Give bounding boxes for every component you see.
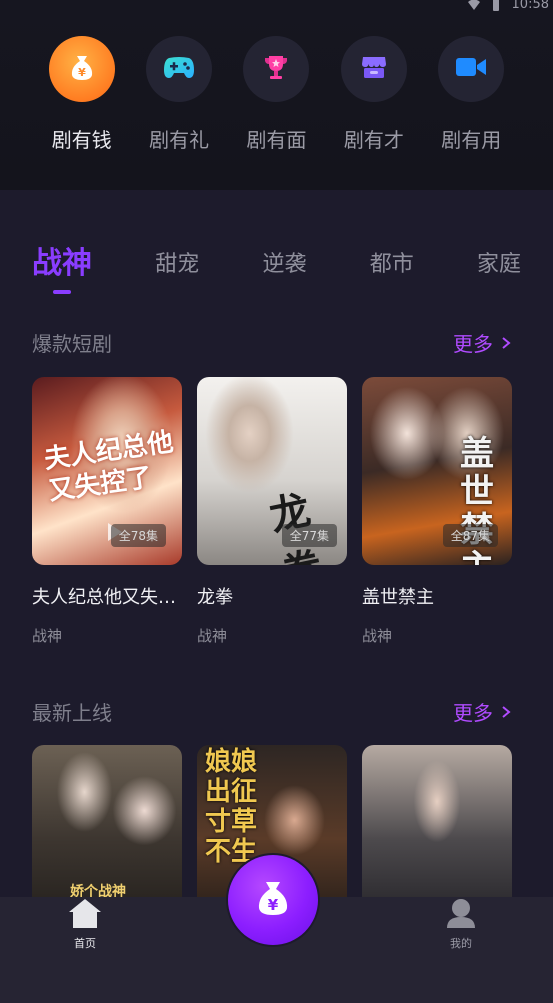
- nav-label: 剧有礼: [149, 128, 210, 152]
- poster-image: 盖世禁主 全87集: [362, 377, 512, 565]
- card-genre: 战神: [32, 627, 63, 645]
- status-time: 10:58: [511, 0, 549, 12]
- nav-circle: ¥: [48, 36, 115, 102]
- tab-dushi[interactable]: 都市: [370, 238, 414, 278]
- poster-title: 娘娘出征 寸草不生: [205, 747, 258, 867]
- shop-icon: [360, 53, 388, 85]
- more-label: 更多: [453, 332, 493, 356]
- nav-circle: [438, 36, 505, 102]
- battery-icon: [490, 0, 502, 11]
- card-title: 龙拳: [197, 587, 233, 608]
- card-title: 盖世禁主: [362, 587, 434, 608]
- drama-card[interactable]: 龙拳 全77集 龙拳 战神: [197, 377, 347, 646]
- card-genre: 战神: [362, 627, 393, 645]
- home-icon: [68, 897, 102, 933]
- tab-home[interactable]: 首页: [55, 897, 115, 951]
- nav-item-use[interactable]: 剧有用: [435, 36, 507, 153]
- tab-label: 逆袭: [262, 252, 307, 277]
- tab-underline: [53, 290, 71, 294]
- chevron-right-icon: [501, 331, 511, 355]
- poster-image: 龙拳 全77集: [197, 377, 347, 565]
- hot-section-header: 爆款短剧 更多: [32, 328, 511, 357]
- tab-label: 我的: [450, 937, 472, 950]
- top-nav: ¥ 剧有钱 剧有礼 剧有面 剧有才 剧有用: [0, 36, 553, 153]
- nav-circle: [340, 36, 407, 102]
- tab-jiating[interactable]: 家庭: [477, 238, 521, 278]
- money-bag-icon: ¥: [252, 877, 294, 923]
- episode-badge: 全78集: [110, 524, 166, 547]
- more-link[interactable]: 更多: [453, 328, 511, 357]
- poster-image: 夫人纪总他又失控了 全78集: [32, 377, 182, 565]
- more-link[interactable]: 更多: [453, 697, 511, 726]
- poster-title: 龙拳: [265, 486, 327, 565]
- trophy-icon: [262, 53, 290, 85]
- chevron-right-icon: [501, 700, 511, 724]
- nav-item-face[interactable]: 剧有面: [240, 36, 312, 153]
- status-bar: 10:58: [0, 0, 553, 14]
- nav-item-talent[interactable]: 剧有才: [338, 36, 410, 153]
- tab-me[interactable]: 我的: [431, 897, 491, 951]
- drama-card[interactable]: 盖世禁主 全87集 盖世禁主 战神: [362, 377, 512, 646]
- wifi-icon: [467, 0, 480, 11]
- video-camera-icon: [455, 55, 487, 83]
- fab-inner: ¥: [228, 855, 318, 945]
- nav-label: 剧有用: [441, 128, 502, 152]
- tab-label: 都市: [369, 252, 414, 277]
- section-title: 最新上线: [32, 701, 112, 725]
- money-bag-icon: ¥: [67, 52, 97, 86]
- episode-badge: 全87集: [442, 524, 498, 547]
- nav-item-money[interactable]: ¥ 剧有钱: [46, 36, 118, 153]
- nav-item-gift[interactable]: 剧有礼: [143, 36, 215, 153]
- card-title: 夫人纪总他又失…: [32, 587, 176, 608]
- new-section-header: 最新上线 更多: [32, 697, 511, 726]
- tab-nixi[interactable]: 逆袭: [262, 238, 306, 278]
- nav-label: 剧有钱: [51, 128, 112, 152]
- card-genre: 战神: [197, 627, 228, 645]
- nav-label: 剧有面: [246, 128, 307, 152]
- svg-text:¥: ¥: [78, 66, 86, 79]
- nav-circle: [146, 36, 213, 102]
- tab-label: 甜宠: [155, 252, 200, 277]
- tab-tianchong[interactable]: 甜宠: [155, 238, 199, 278]
- tab-zhanshen[interactable]: 战神: [32, 238, 92, 294]
- top-header: 10:58 ¥ 剧有钱 剧有礼 剧有面 剧有才 剧有用: [0, 0, 553, 190]
- drama-card[interactable]: 夫人纪总他又失控了 全78集 夫人纪总他又失… 战神: [32, 377, 182, 646]
- hot-row: 夫人纪总他又失控了 全78集 夫人纪总他又失… 战神 龙拳 全77集 龙拳 战神…: [32, 377, 512, 646]
- tab-label: 家庭: [476, 252, 521, 277]
- gamepad-icon: [163, 54, 195, 84]
- tab-label: 首页: [74, 937, 96, 950]
- category-tabs: 战神 甜宠 逆袭 都市 家庭: [32, 238, 521, 294]
- nav-circle: [243, 36, 310, 102]
- svg-text:¥: ¥: [268, 896, 279, 914]
- earn-money-fab[interactable]: ¥: [226, 853, 320, 947]
- episode-badge: 全77集: [281, 524, 337, 547]
- tab-label: 战神: [32, 246, 92, 281]
- more-label: 更多: [453, 701, 493, 725]
- nav-label: 剧有才: [343, 128, 404, 152]
- user-icon: [444, 897, 478, 933]
- poster-title: 夫人纪总他又失控了: [42, 427, 176, 507]
- section-title: 爆款短剧: [32, 332, 112, 356]
